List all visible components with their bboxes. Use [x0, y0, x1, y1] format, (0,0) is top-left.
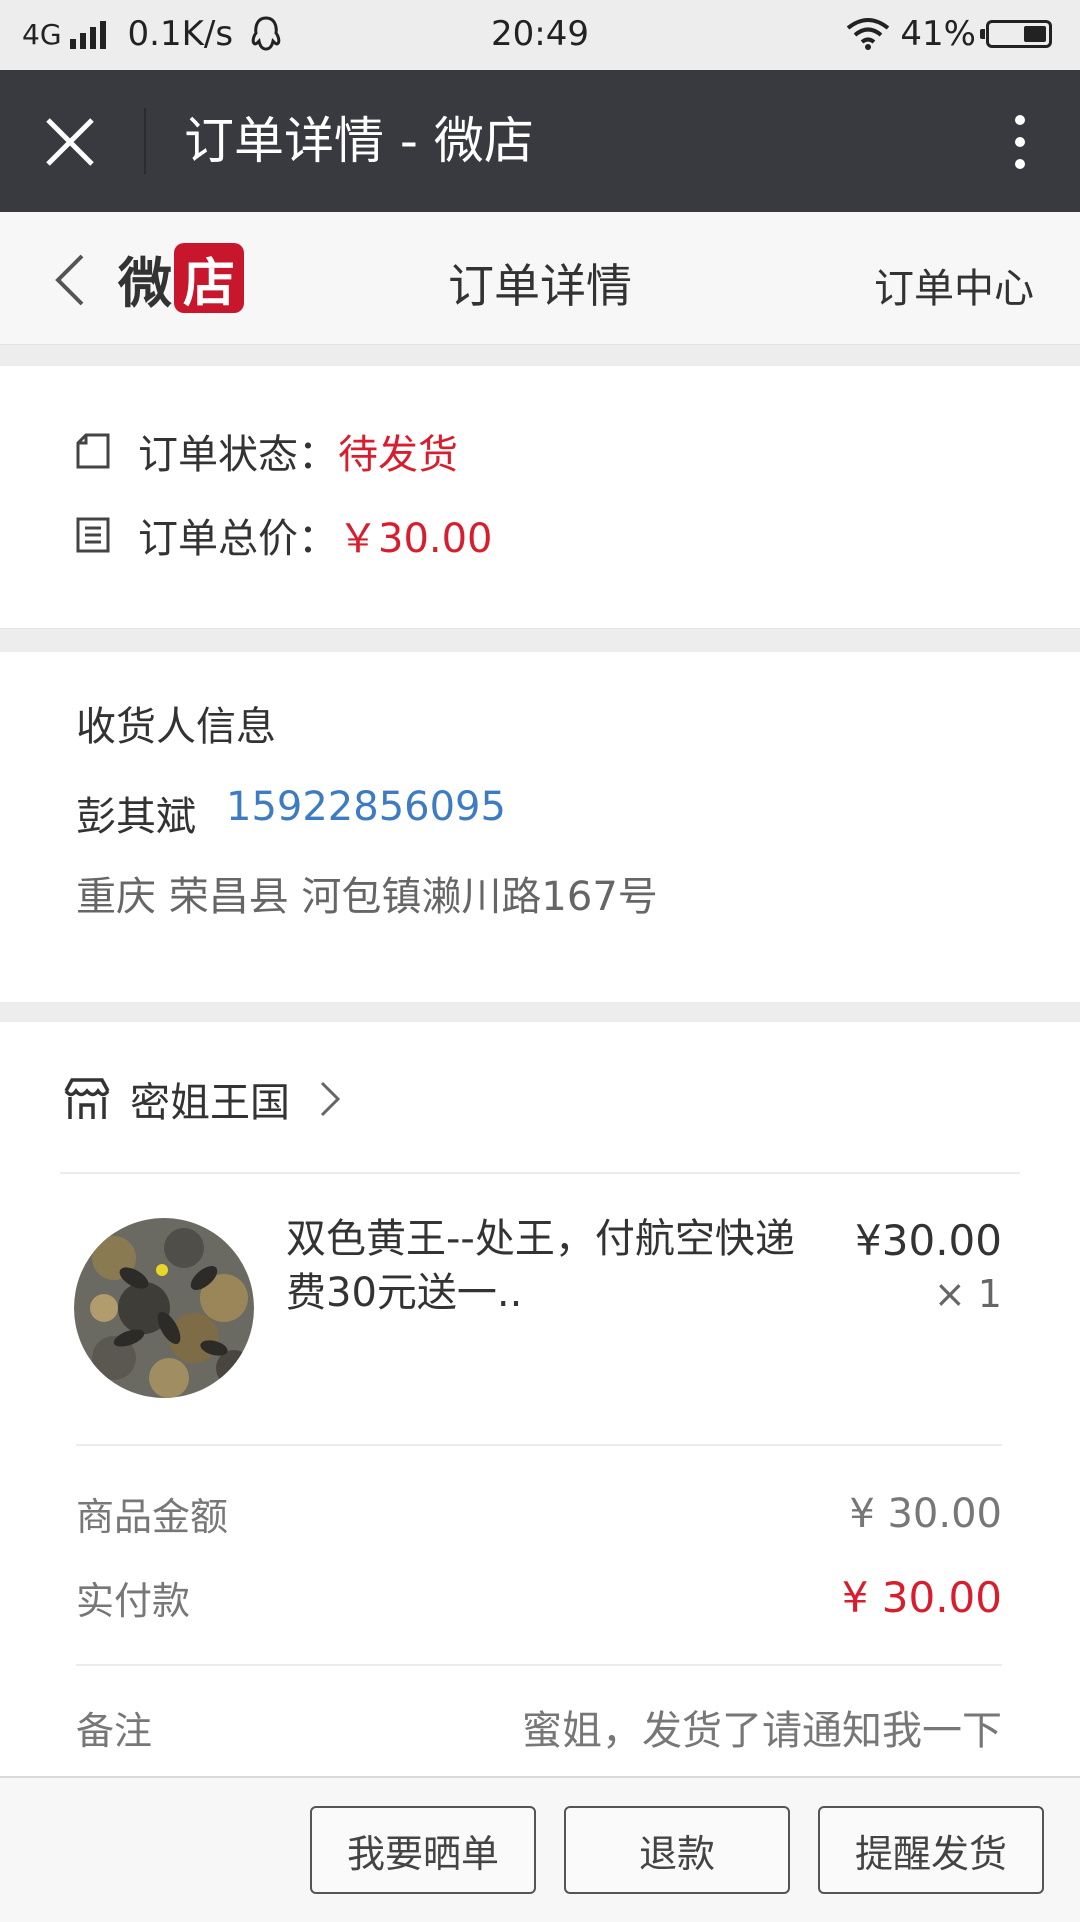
note-divider: [76, 1664, 1002, 1666]
status-right: 41%: [846, 14, 1052, 54]
battery-percent: 41%: [900, 14, 976, 54]
chevron-right-icon: [320, 1081, 341, 1117]
product-image[interactable]: [74, 1218, 254, 1398]
order-status-icon: [76, 433, 110, 469]
product-price: ¥30.00: [855, 1216, 1002, 1265]
order-status-row: 订单状态： 待发货: [76, 422, 458, 480]
order-center-link[interactable]: 订单中心: [874, 256, 1034, 314]
receiver-card: 收货人信息 彭其斌 15922856095 重庆 荣昌县 河包镇濑川路167号: [0, 652, 1080, 1002]
order-total-row: 订单总价： ￥30.00: [76, 506, 493, 564]
remind-ship-button[interactable]: 提醒发货: [818, 1806, 1044, 1894]
order-summary-card: 订单状态： 待发货 订单总价： ￥30.00: [0, 366, 1080, 629]
shop-link[interactable]: 密姐王国: [62, 1070, 344, 1128]
close-icon[interactable]: [40, 112, 100, 172]
page-header: 微 店 订单详情 订单中心: [0, 212, 1080, 345]
order-status-label: 订单状态：: [138, 432, 338, 478]
note-row: 备注 蜜姐，发货了请通知我一下: [76, 1698, 1002, 1756]
receiver-address: 重庆 荣昌县 河包镇濑川路167号: [76, 874, 658, 920]
item-divider: [76, 1444, 1002, 1446]
receiver-phone[interactable]: 15922856095: [226, 784, 506, 842]
subtotal-value: ¥ 30.00: [849, 1490, 1002, 1537]
bees-picture: [74, 1218, 254, 1398]
order-total-label: 订单总价：: [138, 516, 338, 562]
refund-button[interactable]: 退款: [564, 1806, 790, 1894]
title-separator: [144, 108, 146, 174]
wifi-icon: [847, 18, 890, 50]
note-value: 蜜姐，发货了请通知我一下: [522, 1708, 1002, 1754]
battery-icon: [980, 20, 1052, 48]
browser-title-bar: 订单详情 - 微店: [0, 70, 1080, 212]
order-total-icon: [76, 517, 110, 553]
subtotal-label: 商品金额: [76, 1495, 229, 1539]
receiver-section-label: 收货人信息: [76, 704, 276, 750]
status-bar: 4G 0.1K/s 20:49 41%: [0, 0, 1080, 70]
subtotal-row: 商品金额 ¥ 30.00: [76, 1486, 1002, 1541]
receiver-name: 彭其斌: [76, 794, 196, 840]
review-button[interactable]: 我要晒单: [310, 1806, 536, 1894]
more-icon[interactable]: [1000, 112, 1040, 172]
order-status-value: 待发货: [338, 432, 458, 478]
bottom-action-bar: 我要晒单 退款 提醒发货: [0, 1776, 1080, 1922]
window-title: 订单详情 - 微店: [184, 112, 534, 170]
note-label: 备注: [76, 1708, 153, 1753]
paid-row: 实付款 ¥ 30.00: [76, 1570, 1002, 1625]
product-quantity: × 1: [933, 1272, 1002, 1316]
store-icon: [64, 1078, 110, 1119]
order-total-value: ￥30.00: [338, 516, 493, 562]
shop-name: 密姐王国: [130, 1080, 290, 1126]
goods-card: 密姐王国 双色黄王--处王，付航空快递费30元送一.. ¥30.00 × 1 商…: [0, 1022, 1080, 1776]
receiver-contact: 彭其斌 15922856095: [76, 784, 506, 842]
paid-value: ¥ 30.00: [841, 1573, 1002, 1622]
shop-divider: [60, 1172, 1020, 1174]
paid-label: 实付款: [76, 1579, 191, 1623]
product-name[interactable]: 双色黄王--处王，付航空快递费30元送一..: [286, 1212, 826, 1320]
